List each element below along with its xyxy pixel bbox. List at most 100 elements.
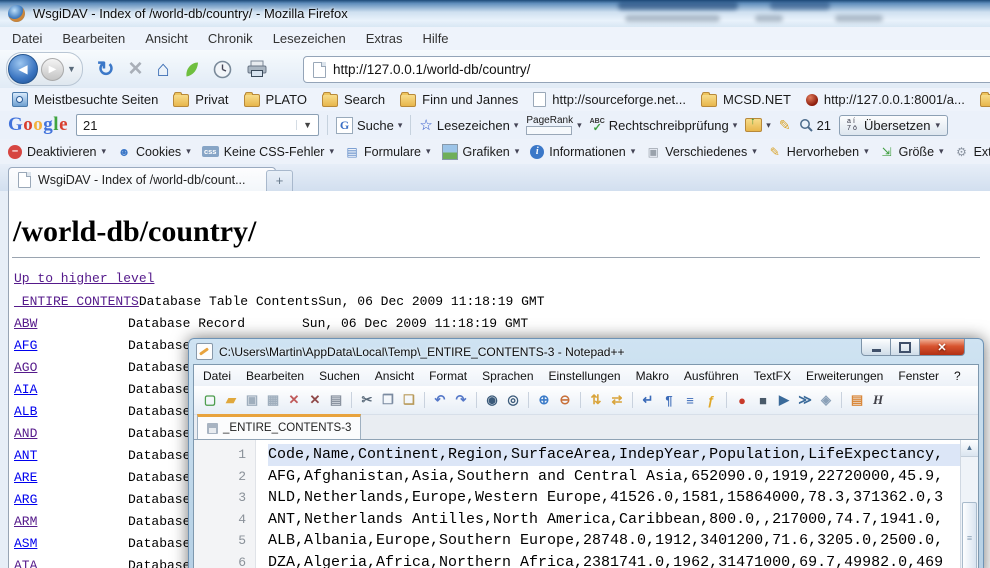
indent-guide-icon[interactable]: ≡ — [681, 391, 699, 409]
chevron-down-icon[interactable]: ▾ — [733, 120, 738, 131]
close-file-icon[interactable]: ✕ — [285, 391, 303, 409]
macro-run-multiple-icon[interactable]: ≫ — [796, 391, 814, 409]
minimize-button[interactable] — [861, 339, 891, 356]
toolbar-button[interactable] — [632, 392, 633, 408]
highlighter-icon[interactable]: ✎ — [779, 117, 791, 134]
directory-entry-link[interactable]: AIA — [14, 382, 128, 397]
firefox-titlebar[interactable]: WsgiDAV - Index of /world-db/country/ - … — [0, 0, 990, 27]
chevron-down-icon[interactable]: ▾ — [766, 120, 771, 131]
print-icon[interactable]: ▤ — [327, 391, 345, 409]
find-icon[interactable]: ◉ — [483, 391, 501, 409]
menu-item[interactable]: Format — [429, 369, 467, 383]
cut-icon[interactable]: ✂ — [358, 391, 376, 409]
toolbar-button[interactable] — [351, 392, 352, 408]
directory-entry-link[interactable]: AFG — [14, 338, 128, 353]
bookmark-item[interactable]: Privat — [169, 92, 232, 107]
search-dropdown-icon[interactable]: ▼ — [296, 120, 318, 130]
code-line[interactable]: AFG,Afghanistan,Asia,Southern and Centra… — [268, 466, 960, 488]
history-dropdown-icon[interactable]: ▼ — [67, 64, 76, 74]
bookmark-item[interactable]: Tree Samples — [976, 92, 990, 107]
stop-button[interactable]: × — [129, 59, 143, 79]
pagerank-widget[interactable]: PageRank ▾ — [526, 116, 581, 135]
bookmark-item[interactable]: http://sourceforge.net... — [529, 92, 690, 107]
code-line[interactable]: ALB,Albania,Europe,Southern Europe,28748… — [268, 530, 960, 552]
tab-wsgidav[interactable]: WsgiDAV - Index of /world-db/count... — [8, 167, 276, 192]
bookmark-item[interactable]: Meistbesuchte Seiten — [8, 92, 162, 107]
sync-vertical-icon[interactable]: ⇅ — [587, 391, 605, 409]
directory-entry-link[interactable]: ARG — [14, 492, 128, 507]
directory-entry-link[interactable]: ARM — [14, 514, 128, 529]
save-all-icon[interactable]: ▦ — [264, 391, 282, 409]
menu-item[interactable]: Bearbeiten — [62, 31, 125, 46]
spellcheck-button[interactable]: ABC✓ Rechtschreibprüfung ▾ — [590, 118, 738, 133]
toolbar-button[interactable] — [476, 392, 477, 408]
scrollbar-thumb[interactable]: ≡ — [962, 502, 977, 568]
feed-reader-icon[interactable] — [184, 61, 199, 78]
save-icon[interactable]: ▣ — [243, 391, 261, 409]
url-text[interactable]: http://127.0.0.1/world-db/country/ — [333, 62, 530, 77]
code-line[interactable]: ANT,Netherlands Antilles,North America,C… — [268, 509, 960, 531]
menu-item[interactable]: TextFX — [754, 369, 791, 383]
directory-entry-link[interactable]: ARE — [14, 470, 128, 485]
bookmark-item[interactable]: Search — [318, 92, 389, 107]
webdev-menu-button[interactable]: – Deaktivieren ▾ — [8, 145, 106, 159]
webdev-menu-button[interactable]: css Keine CSS-Fehler ▾ — [202, 145, 334, 159]
directory-entry-link[interactable]: _ENTIRE_CONTENTS — [14, 294, 139, 309]
open-file-icon[interactable]: ▰ — [222, 391, 240, 409]
editor-area[interactable]: 123456 Code,Name,Continent,Region,Surfac… — [194, 439, 978, 568]
close-button[interactable]: ✕ — [920, 339, 965, 356]
paste-icon[interactable]: ❏ — [400, 391, 418, 409]
copy-icon[interactable]: ❐ — [379, 391, 397, 409]
menu-item[interactable]: Makro — [636, 369, 669, 383]
menu-item[interactable]: Datei — [12, 31, 42, 46]
menu-item[interactable]: Lesezeichen — [273, 31, 346, 46]
scroll-up-arrow-icon[interactable]: ▲ — [961, 440, 978, 457]
bookmark-item[interactable]: PLATO — [240, 92, 311, 107]
up-to-higher-level-link[interactable]: Up to higher level — [14, 271, 154, 286]
menu-item[interactable]: Sprachen — [482, 369, 533, 383]
code-line[interactable]: NLD,Netherlands,Europe,Western Europe,41… — [268, 487, 960, 509]
google-search-value[interactable]: 21 — [83, 118, 97, 133]
webdev-menu-button[interactable]: ⚙ Extras ▾ — [955, 145, 990, 159]
webdev-menu-button[interactable]: Grafiken ▾ — [442, 144, 520, 160]
bookmark-item[interactable]: http://127.0.0.1:8001/a... — [802, 92, 969, 107]
url-bar[interactable]: http://127.0.0.1/world-db/country/ — [303, 56, 990, 83]
replace-icon[interactable]: ◎ — [504, 391, 522, 409]
menu-item[interactable]: Suchen — [319, 369, 360, 383]
chevron-down-icon[interactable]: ▾ — [936, 120, 941, 131]
sync-horizontal-icon[interactable]: ⇄ — [608, 391, 626, 409]
function-list-icon[interactable]: ƒ — [702, 391, 720, 409]
webdev-menu-button[interactable]: ▤ Formulare ▾ — [345, 145, 431, 159]
undo-icon[interactable]: ↶ — [431, 391, 449, 409]
google-search-button[interactable]: G Suche ▾ — [336, 117, 402, 134]
maximize-button[interactable] — [891, 339, 920, 356]
html-preview-icon[interactable]: H — [869, 391, 887, 409]
google-bookmarks-button[interactable]: ☆ Lesezeichen ▾ — [419, 116, 518, 134]
doc-switcher-icon[interactable]: ▤ — [848, 391, 866, 409]
bookmark-item[interactable]: MCSD.NET — [697, 92, 795, 107]
webdev-menu-button[interactable]: ✎ Hervorheben ▾ — [768, 145, 869, 159]
close-all-icon[interactable]: ✕ — [306, 391, 324, 409]
text-content[interactable]: Code,Name,Continent,Region,SurfaceArea,I… — [268, 440, 960, 568]
send-to-button[interactable]: ▾ — [745, 118, 771, 132]
back-button[interactable]: ◀ — [8, 54, 38, 84]
menu-item[interactable]: Bearbeiten — [246, 369, 304, 383]
directory-entry-link[interactable]: AND — [14, 426, 128, 441]
vertical-scrollbar[interactable]: ▲ ≡ — [960, 440, 978, 568]
reload-button[interactable]: ↻ — [97, 57, 115, 82]
macro-stop-icon[interactable]: ■ — [754, 391, 772, 409]
new-tab-button[interactable]: + — [266, 170, 293, 193]
bookmark-item[interactable]: Finn und Jannes — [396, 92, 522, 107]
chevron-down-icon[interactable]: ▾ — [398, 120, 403, 131]
google-search-box[interactable]: 21 ▼ — [76, 114, 319, 136]
toolbar-button[interactable] — [841, 392, 842, 408]
menu-item[interactable]: Hilfe — [423, 31, 449, 46]
directory-entry-link[interactable]: ALB — [14, 404, 128, 419]
code-line[interactable]: Code,Name,Continent,Region,SurfaceArea,I… — [268, 444, 960, 466]
new-file-icon[interactable]: ▢ — [201, 391, 219, 409]
directory-entry-link[interactable]: ATA — [14, 558, 128, 568]
forward-button[interactable]: ▶ — [41, 58, 64, 81]
zoom-out-icon[interactable]: ⊖ — [556, 391, 574, 409]
document-tab[interactable]: _ENTIRE_CONTENTS-3 — [197, 414, 361, 439]
menu-item[interactable]: Fenster — [898, 369, 939, 383]
